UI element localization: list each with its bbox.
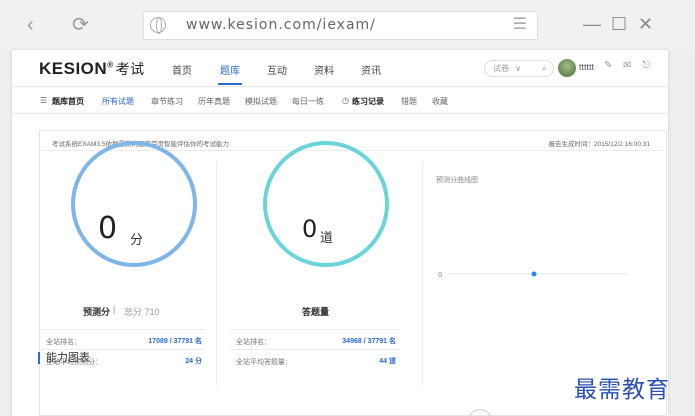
subnav-daily-practice[interactable]: 每日一练: [292, 96, 324, 107]
subnav-chapter-practice[interactable]: 章节练习: [151, 96, 183, 107]
score-label: 预测分: [83, 307, 111, 317]
site-header: KESION® 考试 首页 题库 互动 资料 资讯 试卷 ∨ ⌕ tttttt ✎…: [12, 50, 668, 87]
nav-materials[interactable]: 资料: [314, 62, 334, 77]
stat-value: 44 道: [379, 358, 396, 365]
score-value: 0: [98, 211, 118, 246]
stat-key: 全站排名：: [46, 339, 81, 346]
search-placeholder: 试卷: [493, 64, 509, 73]
subnav-past-exams[interactable]: 历年真题: [198, 96, 230, 107]
minimize-icon[interactable]: —: [583, 12, 601, 36]
menu-icon[interactable]: ☰: [513, 14, 527, 34]
panel-divider: [422, 161, 423, 386]
sub-nav: ☰ 题库首页 所有试题 章节练习 历年真题 模拟试题 每日一练 ◷ 练习记录 错…: [12, 87, 668, 114]
score-divider: |: [113, 304, 116, 314]
score-stat-row-rank: 全站排名： 17089 / 37791 名: [40, 329, 206, 349]
close-icon[interactable]: ✕: [638, 12, 653, 36]
logo-brand: KESION: [39, 59, 108, 78]
reload-icon[interactable]: ⟳: [72, 13, 89, 37]
header-action-icons[interactable]: ✎ ✉ ⎋: [604, 60, 654, 71]
logo[interactable]: KESION® 考试: [39, 59, 145, 79]
chart-y-tick-label: 0: [438, 272, 442, 279]
nav-interact[interactable]: 互动: [267, 62, 287, 77]
nav-news[interactable]: 资讯: [361, 62, 381, 77]
grid-icon: ☰: [40, 96, 48, 105]
answer-label: 答题量: [302, 307, 330, 317]
logo-sub: 考试: [115, 61, 145, 77]
stat-key: 全站平均答题量：: [236, 359, 292, 366]
prediction-line-chart: 00: [438, 271, 628, 279]
subnav-mock-exams[interactable]: 模拟试题: [245, 96, 277, 107]
chart-point: [531, 271, 537, 277]
answer-stat-row-rank: 全站排名： 34968 / 37791 名: [230, 329, 400, 349]
score-total: 总分 710: [124, 307, 160, 317]
search-icon[interactable]: ⌕: [542, 61, 547, 76]
report-time: 报告生成时间：2015/12/2 16:00:31: [548, 141, 650, 148]
stat-key: 全站排名：: [236, 339, 271, 346]
subnav-practice-record[interactable]: 练习记录: [352, 96, 384, 107]
section-title: 能力图表: [38, 352, 90, 364]
url-text[interactable]: www.kesion.com/iexam/: [186, 17, 376, 33]
username[interactable]: tttttt: [579, 62, 594, 72]
subnav-home[interactable]: 题库首页: [52, 96, 84, 107]
chart-title: 预测分曲线图: [436, 177, 478, 184]
answer-stat-row-avg: 全站平均答题量： 44 道: [230, 349, 400, 369]
nav-home[interactable]: 首页: [172, 62, 192, 77]
stat-value: 17089 / 37791 名: [148, 338, 202, 345]
back-icon[interactable]: ‹: [27, 13, 34, 37]
globe-icon: [150, 17, 166, 34]
chevron-down-icon[interactable]: ∨: [515, 64, 521, 73]
search-select[interactable]: 试卷 ∨ ⌕: [484, 60, 554, 77]
maximize-icon[interactable]: ☐: [611, 12, 627, 36]
score-unit: 分: [130, 232, 144, 247]
stat-value: 24 分: [185, 358, 202, 365]
clock-icon: ◷: [342, 96, 349, 105]
answer-ring: [263, 141, 389, 267]
score-ring: [71, 141, 197, 267]
avatar[interactable]: [558, 59, 576, 77]
nav-question-bank[interactable]: 题库: [218, 62, 242, 85]
answer-value: 0: [302, 215, 318, 243]
logo-mark: ®: [107, 60, 114, 70]
browser-toolbar: ‹ ⟳ www.kesion.com/iexam/ ☰ — ☐ ✕: [0, 0, 695, 50]
subnav-all-questions[interactable]: 所有试题: [102, 96, 134, 107]
report-card: 考试系统EXAM3.5依据最新的题库首页智能评估你的考试能力 报告生成时间：20…: [39, 130, 667, 416]
subnav-favorites[interactable]: 收藏: [432, 96, 448, 107]
stat-value: 34968 / 37791 名: [342, 338, 396, 345]
address-bar[interactable]: www.kesion.com/iexam/ ☰: [143, 11, 538, 40]
answer-unit: 道: [320, 230, 334, 245]
watermark: 最需教育: [574, 377, 670, 403]
subnav-wrong-questions[interactable]: 错题: [401, 96, 417, 107]
panel-divider: [216, 161, 217, 386]
